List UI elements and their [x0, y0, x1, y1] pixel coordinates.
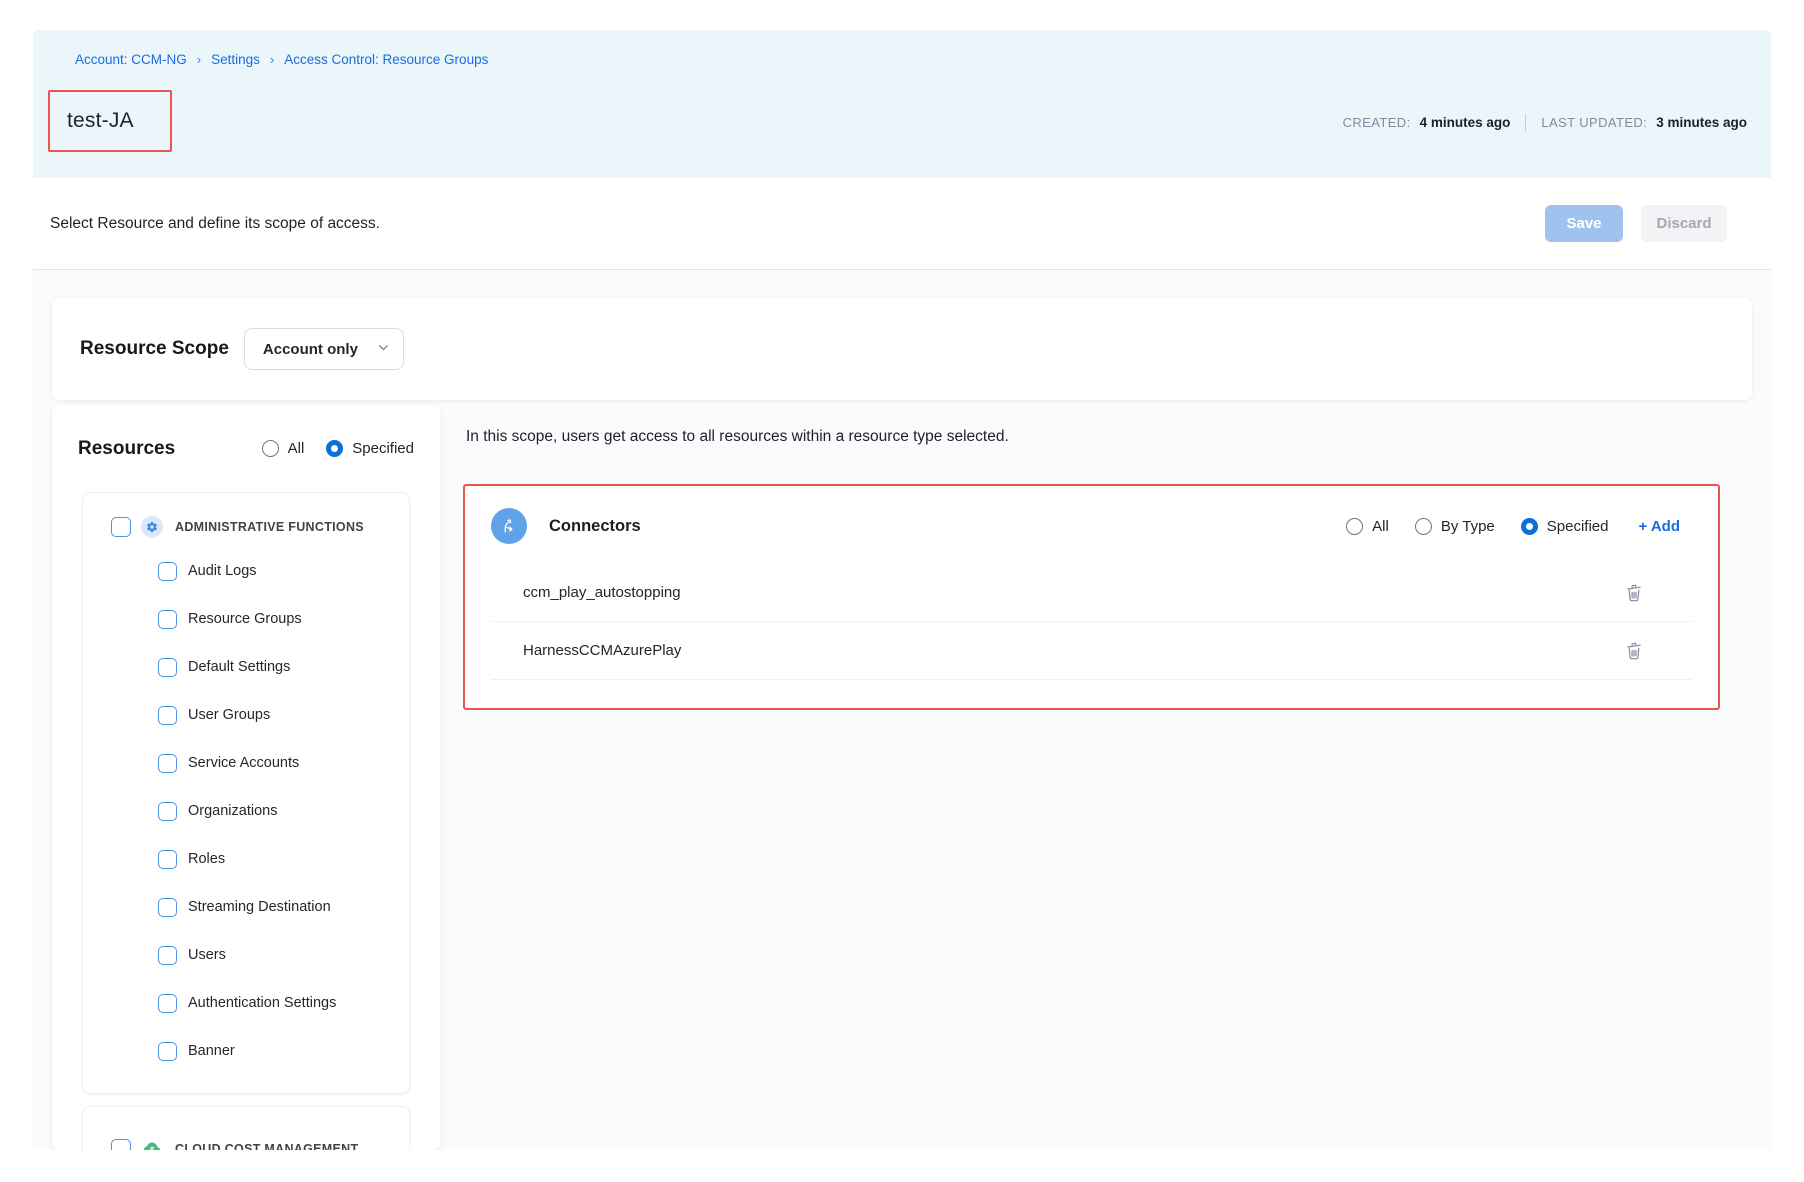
chevron-right-icon: ›	[197, 52, 201, 67]
resource-item-organizations: Organizations	[83, 787, 409, 835]
radio-selected-icon[interactable]	[326, 440, 343, 457]
last-updated-value: 3 minutes ago	[1656, 115, 1747, 130]
connector-row: ccm_play_autostopping	[491, 564, 1692, 622]
group-title: CLOUD COST MANAGEMENT	[175, 1142, 358, 1150]
resources-radio-all[interactable]: All	[262, 440, 305, 457]
resource-item-audit-logs: Audit Logs	[83, 547, 409, 595]
radio-unselected-icon[interactable]	[262, 440, 279, 457]
toolbar-actions: Save Discard	[1545, 205, 1727, 242]
connectors-card: Connectors All By Type Specified	[463, 484, 1720, 710]
resource-item-default-settings: Default Settings	[83, 643, 409, 691]
save-button[interactable]: Save	[1545, 205, 1623, 242]
chevron-right-icon: ›	[270, 52, 274, 67]
item-checkbox[interactable]	[158, 850, 177, 869]
item-checkbox[interactable]	[158, 658, 177, 677]
connectors-radio-all[interactable]: All	[1346, 518, 1389, 535]
cloud-dollar-icon: $	[141, 1138, 163, 1150]
breadcrumb: Account: CCM-NG › Settings › Access Cont…	[75, 52, 488, 67]
connector-name: ccm_play_autostopping	[523, 584, 681, 601]
resource-scope-card: Resource Scope Account only	[52, 298, 1752, 400]
resource-group-administrative-functions: ADMINISTRATIVE FUNCTIONS Audit Logs Reso…	[82, 492, 410, 1094]
connectors-title: Connectors	[549, 517, 641, 536]
group-header: ADMINISTRATIVE FUNCTIONS	[83, 507, 409, 547]
connectors-radio-by-type[interactable]: By Type	[1415, 518, 1495, 535]
connector-row: HarnessCCMAzurePlay	[491, 622, 1692, 680]
resource-item-roles: Roles	[83, 835, 409, 883]
resource-item-user-groups: User Groups	[83, 691, 409, 739]
meta-divider	[1525, 114, 1526, 131]
toolbar-description: Select Resource and define its scope of …	[50, 215, 380, 233]
gear-icon	[141, 516, 163, 538]
resource-item-users: Users	[83, 931, 409, 979]
trash-icon	[1624, 591, 1644, 606]
radio-unselected-icon[interactable]	[1346, 518, 1363, 535]
group-title: ADMINISTRATIVE FUNCTIONS	[175, 520, 364, 534]
item-checkbox[interactable]	[158, 802, 177, 821]
delete-connector-button[interactable]	[1622, 581, 1646, 605]
group-checkbox[interactable]	[111, 1139, 131, 1150]
item-checkbox[interactable]	[158, 994, 177, 1013]
group-checkbox[interactable]	[111, 517, 131, 537]
chevron-down-icon	[377, 341, 390, 358]
resource-item-streaming-destination: Streaming Destination	[83, 883, 409, 931]
resource-item-service-accounts: Service Accounts	[83, 739, 409, 787]
page: Account: CCM-NG › Settings › Access Cont…	[0, 0, 1804, 1182]
created-value: 4 minutes ago	[1420, 115, 1511, 130]
breadcrumb-settings[interactable]: Settings	[211, 52, 260, 67]
resource-item-authentication-settings: Authentication Settings	[83, 979, 409, 1027]
radio-selected-icon[interactable]	[1521, 518, 1538, 535]
page-title: test-JA	[67, 109, 134, 133]
connectors-rows: ccm_play_autostopping	[491, 564, 1692, 680]
item-checkbox[interactable]	[158, 898, 177, 917]
item-checkbox[interactable]	[158, 946, 177, 965]
radio-unselected-icon[interactable]	[1415, 518, 1432, 535]
resources-header: Resources All Specified	[52, 405, 440, 492]
page-body: Resource Scope Account only Resources Al…	[33, 270, 1771, 1150]
breadcrumb-account[interactable]: Account: CCM-NG	[75, 52, 187, 67]
scope-note: In this scope, users get access to all r…	[466, 428, 1009, 446]
created-label: CREATED:	[1343, 115, 1411, 130]
app-frame: Account: CCM-NG › Settings › Access Cont…	[33, 30, 1771, 1150]
add-connector-button[interactable]: + Add	[1638, 518, 1680, 535]
toolbar: Select Resource and define its scope of …	[33, 178, 1771, 270]
resources-title: Resources	[78, 438, 175, 460]
item-checkbox[interactable]	[158, 610, 177, 629]
connector-fork-icon	[491, 508, 527, 544]
svg-text:$: $	[149, 1146, 154, 1151]
last-updated-label: LAST UPDATED:	[1541, 115, 1647, 130]
breadcrumb-resource-groups[interactable]: Access Control: Resource Groups	[284, 52, 488, 67]
connector-name: HarnessCCMAzurePlay	[523, 642, 681, 659]
delete-connector-button[interactable]	[1622, 639, 1646, 663]
connectors-radio-specified[interactable]: Specified	[1521, 518, 1609, 535]
connectors-options: All By Type Specified + Add	[1346, 518, 1680, 535]
resource-scope-selected-value: Account only	[263, 341, 358, 358]
resource-item-resource-groups: Resource Groups	[83, 595, 409, 643]
resources-radio-specified[interactable]: Specified	[326, 440, 414, 457]
resource-item-banner: Banner	[83, 1027, 409, 1075]
discard-button[interactable]: Discard	[1641, 205, 1727, 242]
item-checkbox[interactable]	[158, 1042, 177, 1061]
resource-scope-dropdown[interactable]: Account only	[244, 328, 404, 370]
group-header: $ CLOUD COST MANAGEMENT	[83, 1129, 409, 1150]
item-checkbox[interactable]	[158, 706, 177, 725]
resources-panel: Resources All Specified	[52, 405, 440, 1150]
resource-group-cloud-cost-management: $ CLOUD COST MANAGEMENT	[82, 1106, 410, 1150]
trash-icon	[1624, 649, 1644, 664]
item-checkbox[interactable]	[158, 562, 177, 581]
item-checkbox[interactable]	[158, 754, 177, 773]
connectors-header: Connectors All By Type Specified	[465, 494, 1718, 558]
resource-scope-label: Resource Scope	[80, 338, 229, 360]
page-header: Account: CCM-NG › Settings › Access Cont…	[33, 30, 1771, 178]
title-annotation-box: test-JA	[48, 90, 172, 152]
header-meta: CREATED: 4 minutes ago LAST UPDATED: 3 m…	[1343, 114, 1747, 131]
